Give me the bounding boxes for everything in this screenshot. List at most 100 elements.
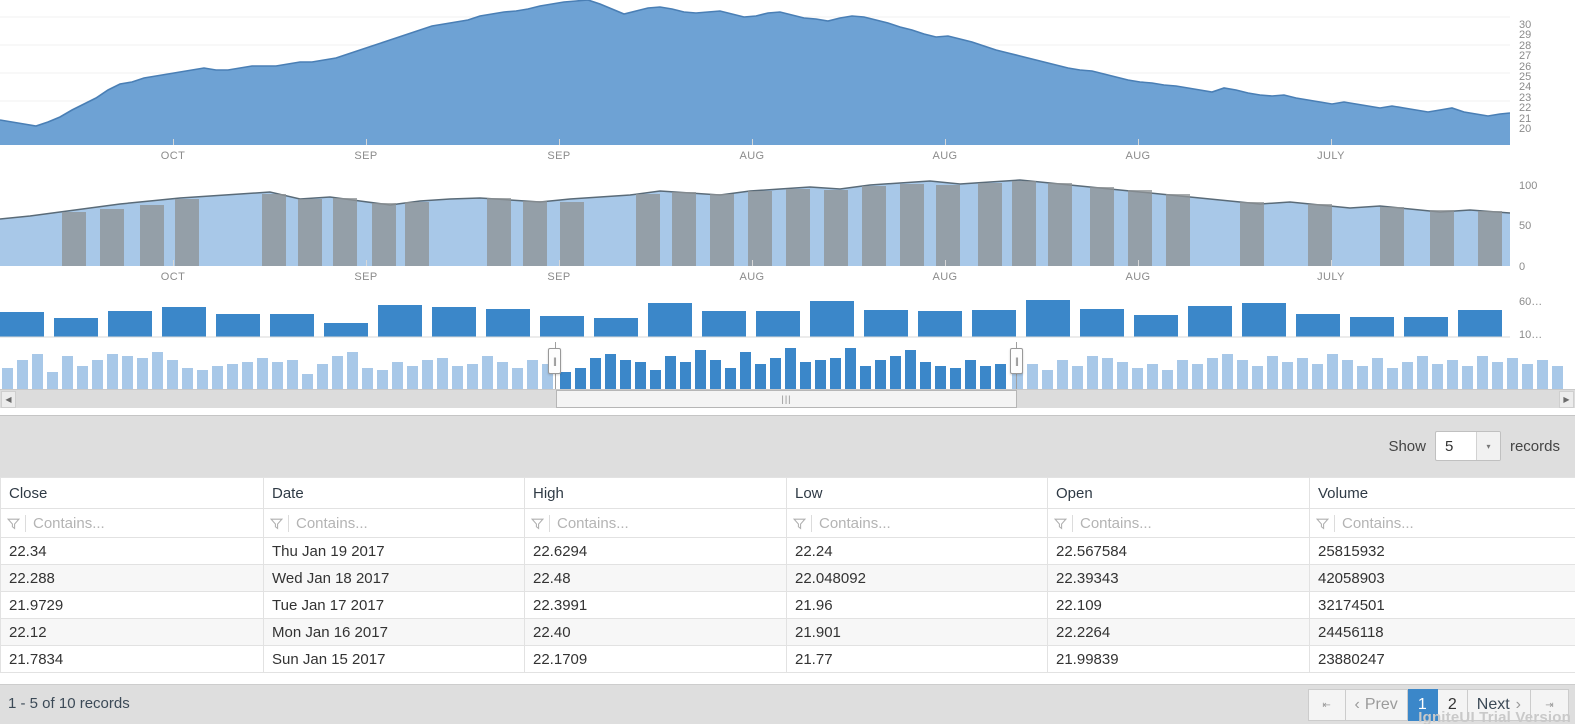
cell-open[interactable]: 22.567584 xyxy=(1047,537,1310,565)
cell-high[interactable]: 22.6294 xyxy=(524,537,787,565)
indicator-bar-chart[interactable]: 60… 10… xyxy=(0,292,1575,342)
cell-date[interactable]: Thu Jan 19 2017 xyxy=(263,537,525,565)
cell-volume[interactable]: 24456118 xyxy=(1309,618,1575,646)
bar-chart-plot[interactable] xyxy=(0,292,1510,342)
cell-volume[interactable]: 25815932 xyxy=(1309,537,1575,565)
filter-placeholder[interactable]: Contains... xyxy=(819,515,891,532)
cell-open[interactable]: 21.99839 xyxy=(1047,645,1310,673)
x-tick-label: SEP xyxy=(547,150,571,162)
cell-low[interactable]: 21.901 xyxy=(786,618,1048,646)
navigator-handle-left[interactable]: || xyxy=(548,348,561,374)
cell-open[interactable]: 22.109 xyxy=(1047,591,1310,619)
x-tick-mark xyxy=(1138,139,1139,145)
price-area-chart[interactable]: 30 29 28 27 26 25 24 23 22 21 20 xyxy=(0,0,1575,145)
cell-close[interactable]: 21.7834 xyxy=(0,645,264,673)
table-row[interactable]: 21.7834 Sun Jan 15 2017 22.1709 21.77 21… xyxy=(0,645,1575,673)
table-row[interactable]: 22.12 Mon Jan 16 2017 22.40 21.901 22.22… xyxy=(0,618,1575,646)
filter-cell-high[interactable]: Contains... xyxy=(524,508,787,538)
y-tick: 20 xyxy=(1519,122,1532,135)
first-page-button[interactable]: ⇤ xyxy=(1307,689,1346,721)
x-tick-mark xyxy=(173,139,174,145)
filter-placeholder[interactable]: Contains... xyxy=(1080,515,1152,532)
volume-combo-chart[interactable]: 100 50 0 xyxy=(0,171,1575,273)
chart-navigator[interactable]: || || ◀ ||| ▶ xyxy=(0,342,1575,408)
table-row[interactable]: 22.288 Wed Jan 18 2017 22.48 22.048092 2… xyxy=(0,564,1575,592)
cell-volume[interactable]: 23880247 xyxy=(1309,645,1575,673)
funnel-icon[interactable] xyxy=(1316,517,1329,530)
cell-date[interactable]: Wed Jan 18 2017 xyxy=(263,564,525,592)
cell-low[interactable]: 22.24 xyxy=(786,537,1048,565)
cell-high[interactable]: 22.40 xyxy=(524,618,787,646)
record-summary: 1 - 5 of 10 records xyxy=(8,695,130,712)
cell-high[interactable]: 22.1709 xyxy=(524,645,787,673)
filter-placeholder[interactable]: Contains... xyxy=(296,515,368,532)
y-tick: 100 xyxy=(1519,180,1538,192)
filter-cell-low[interactable]: Contains... xyxy=(786,508,1048,538)
cell-date[interactable]: Tue Jan 17 2017 xyxy=(263,591,525,619)
column-header-close[interactable]: Close xyxy=(0,477,264,509)
filter-cell-close[interactable]: Contains... xyxy=(0,508,264,538)
x-tick-label: AUG xyxy=(1125,271,1151,283)
scroll-right-arrow-icon[interactable]: ▶ xyxy=(1559,391,1574,408)
column-header-low[interactable]: Low xyxy=(786,477,1048,509)
navigator-handle-right[interactable]: || xyxy=(1010,348,1023,374)
column-header-date[interactable]: Date xyxy=(263,477,525,509)
cell-volume[interactable]: 32174501 xyxy=(1309,591,1575,619)
cell-close[interactable]: 21.9729 xyxy=(0,591,264,619)
page-size-control[interactable]: Show 5 ▾ records xyxy=(1379,431,1569,461)
page-button-1[interactable]: 1 xyxy=(1407,689,1438,721)
next-page-button[interactable]: Next › xyxy=(1467,689,1531,721)
funnel-icon[interactable] xyxy=(1054,517,1067,530)
cell-high[interactable]: 22.48 xyxy=(524,564,787,592)
cell-close[interactable]: 22.288 xyxy=(0,564,264,592)
filter-divider xyxy=(811,514,812,532)
filter-placeholder[interactable]: Contains... xyxy=(557,515,629,532)
pager[interactable]: ⇤ ‹ Prev 1 2 Next › ⇥ xyxy=(1307,689,1569,721)
filter-placeholder[interactable]: Contains... xyxy=(33,515,105,532)
scroll-left-arrow-icon[interactable]: ◀ xyxy=(1,391,16,408)
x-tick-label: AUG xyxy=(739,150,765,162)
page-size-select[interactable]: 5 ▾ xyxy=(1434,431,1501,461)
prev-page-button[interactable]: ‹ Prev xyxy=(1345,689,1408,721)
x-tick-mark xyxy=(559,260,560,266)
table-row[interactable]: 22.34 Thu Jan 19 2017 22.6294 22.24 22.5… xyxy=(0,537,1575,565)
combo-chart-y-axis: 100 50 0 xyxy=(1519,180,1569,273)
column-header-high[interactable]: High xyxy=(524,477,787,509)
navigator-plot[interactable]: || || xyxy=(0,342,1575,390)
column-header-open[interactable]: Open xyxy=(1047,477,1310,509)
column-header-volume[interactable]: Volume xyxy=(1309,477,1575,509)
cell-low[interactable]: 21.96 xyxy=(786,591,1048,619)
page-button-2[interactable]: 2 xyxy=(1437,689,1468,721)
cell-close[interactable]: 22.12 xyxy=(0,618,264,646)
table-row[interactable]: 21.9729 Tue Jan 17 2017 22.3991 21.96 22… xyxy=(0,591,1575,619)
cell-open[interactable]: 22.39343 xyxy=(1047,564,1310,592)
price-chart-plot[interactable] xyxy=(0,0,1510,145)
cell-date[interactable]: Sun Jan 15 2017 xyxy=(263,645,525,673)
y-tick: 60… xyxy=(1519,296,1543,308)
cell-low[interactable]: 21.77 xyxy=(786,645,1048,673)
filter-placeholder[interactable]: Contains... xyxy=(1342,515,1414,532)
scrollbar-thumb[interactable]: ||| xyxy=(556,390,1017,408)
filter-cell-open[interactable]: Contains... xyxy=(1047,508,1310,538)
x-tick-mark xyxy=(945,139,946,145)
funnel-icon[interactable] xyxy=(531,517,544,530)
page-size-value: 5 xyxy=(1444,437,1454,455)
cell-low[interactable]: 22.048092 xyxy=(786,564,1048,592)
x-tick-mark xyxy=(752,260,753,266)
last-page-button[interactable]: ⇥ xyxy=(1531,689,1569,721)
funnel-icon[interactable] xyxy=(7,517,20,530)
cell-close[interactable]: 22.34 xyxy=(0,537,264,565)
filter-cell-volume[interactable]: Contains... xyxy=(1309,508,1575,538)
navigator-scrollbar[interactable]: ◀ ||| ▶ xyxy=(0,389,1575,408)
filter-divider xyxy=(1334,514,1335,532)
combo-chart-plot[interactable] xyxy=(0,171,1510,266)
funnel-icon[interactable] xyxy=(793,517,806,530)
funnel-icon[interactable] xyxy=(270,517,283,530)
chevron-down-icon[interactable]: ▾ xyxy=(1475,432,1500,460)
filter-cell-date[interactable]: Contains... xyxy=(263,508,525,538)
cell-volume[interactable]: 42058903 xyxy=(1309,564,1575,592)
cell-open[interactable]: 22.2264 xyxy=(1047,618,1310,646)
cell-date[interactable]: Mon Jan 16 2017 xyxy=(263,618,525,646)
cell-high[interactable]: 22.3991 xyxy=(524,591,787,619)
x-tick-label: SEP xyxy=(547,271,571,283)
